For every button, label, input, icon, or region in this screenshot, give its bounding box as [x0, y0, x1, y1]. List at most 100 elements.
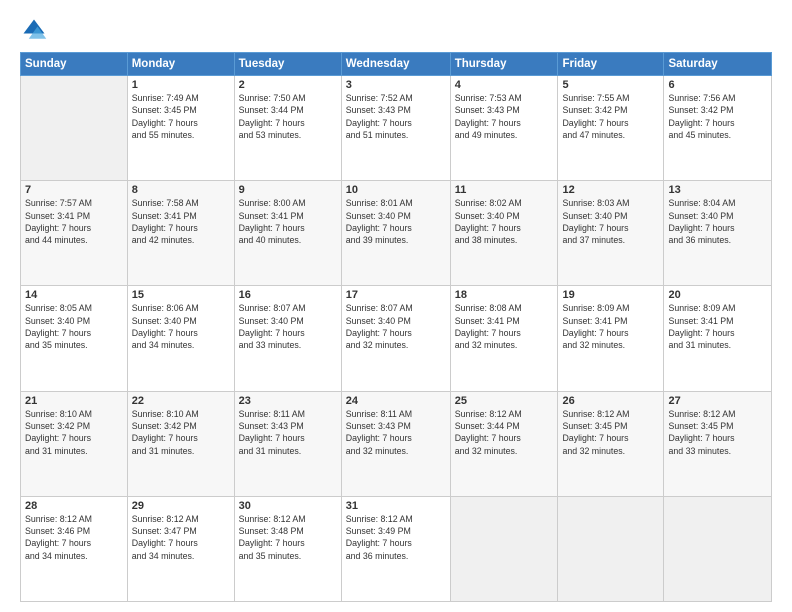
day-number: 19 — [562, 289, 659, 301]
day-info: Sunrise: 8:07 AM Sunset: 3:40 PM Dayligh… — [239, 302, 337, 351]
calendar-cell: 6Sunrise: 7:56 AM Sunset: 3:42 PM Daylig… — [664, 76, 772, 181]
calendar-cell — [450, 496, 558, 601]
day-number: 11 — [455, 184, 554, 196]
calendar-cell: 27Sunrise: 8:12 AM Sunset: 3:45 PM Dayli… — [664, 391, 772, 496]
day-info: Sunrise: 8:08 AM Sunset: 3:41 PM Dayligh… — [455, 302, 554, 351]
calendar-cell: 11Sunrise: 8:02 AM Sunset: 3:40 PM Dayli… — [450, 181, 558, 286]
day-number: 23 — [239, 395, 337, 407]
day-number: 30 — [239, 500, 337, 512]
week-row-4: 21Sunrise: 8:10 AM Sunset: 3:42 PM Dayli… — [21, 391, 772, 496]
day-info: Sunrise: 7:55 AM Sunset: 3:42 PM Dayligh… — [562, 92, 659, 141]
calendar-cell: 4Sunrise: 7:53 AM Sunset: 3:43 PM Daylig… — [450, 76, 558, 181]
day-number: 16 — [239, 289, 337, 301]
day-info: Sunrise: 7:56 AM Sunset: 3:42 PM Dayligh… — [668, 92, 767, 141]
day-info: Sunrise: 7:52 AM Sunset: 3:43 PM Dayligh… — [346, 92, 446, 141]
calendar-cell: 15Sunrise: 8:06 AM Sunset: 3:40 PM Dayli… — [127, 286, 234, 391]
day-header-friday: Friday — [558, 53, 664, 76]
logo-icon — [20, 16, 48, 44]
day-number: 12 — [562, 184, 659, 196]
week-row-1: 1Sunrise: 7:49 AM Sunset: 3:45 PM Daylig… — [21, 76, 772, 181]
calendar-cell: 12Sunrise: 8:03 AM Sunset: 3:40 PM Dayli… — [558, 181, 664, 286]
calendar-cell: 18Sunrise: 8:08 AM Sunset: 3:41 PM Dayli… — [450, 286, 558, 391]
day-info: Sunrise: 8:12 AM Sunset: 3:45 PM Dayligh… — [668, 408, 767, 457]
calendar-cell: 3Sunrise: 7:52 AM Sunset: 3:43 PM Daylig… — [341, 76, 450, 181]
calendar-cell: 30Sunrise: 8:12 AM Sunset: 3:48 PM Dayli… — [234, 496, 341, 601]
day-number: 28 — [25, 500, 123, 512]
day-number: 2 — [239, 79, 337, 91]
day-info: Sunrise: 8:12 AM Sunset: 3:49 PM Dayligh… — [346, 513, 446, 562]
day-info: Sunrise: 7:58 AM Sunset: 3:41 PM Dayligh… — [132, 197, 230, 246]
calendar-cell: 24Sunrise: 8:11 AM Sunset: 3:43 PM Dayli… — [341, 391, 450, 496]
day-info: Sunrise: 8:00 AM Sunset: 3:41 PM Dayligh… — [239, 197, 337, 246]
day-info: Sunrise: 8:02 AM Sunset: 3:40 PM Dayligh… — [455, 197, 554, 246]
day-header-saturday: Saturday — [664, 53, 772, 76]
day-info: Sunrise: 7:50 AM Sunset: 3:44 PM Dayligh… — [239, 92, 337, 141]
calendar-cell: 14Sunrise: 8:05 AM Sunset: 3:40 PM Dayli… — [21, 286, 128, 391]
day-info: Sunrise: 8:06 AM Sunset: 3:40 PM Dayligh… — [132, 302, 230, 351]
day-info: Sunrise: 8:12 AM Sunset: 3:44 PM Dayligh… — [455, 408, 554, 457]
day-number: 6 — [668, 79, 767, 91]
day-info: Sunrise: 7:53 AM Sunset: 3:43 PM Dayligh… — [455, 92, 554, 141]
day-number: 1 — [132, 79, 230, 91]
day-info: Sunrise: 8:12 AM Sunset: 3:45 PM Dayligh… — [562, 408, 659, 457]
calendar-cell: 28Sunrise: 8:12 AM Sunset: 3:46 PM Dayli… — [21, 496, 128, 601]
day-number: 20 — [668, 289, 767, 301]
day-number: 10 — [346, 184, 446, 196]
day-number: 9 — [239, 184, 337, 196]
day-info: Sunrise: 7:57 AM Sunset: 3:41 PM Dayligh… — [25, 197, 123, 246]
calendar-cell: 2Sunrise: 7:50 AM Sunset: 3:44 PM Daylig… — [234, 76, 341, 181]
day-number: 14 — [25, 289, 123, 301]
calendar-cell: 8Sunrise: 7:58 AM Sunset: 3:41 PM Daylig… — [127, 181, 234, 286]
day-number: 18 — [455, 289, 554, 301]
calendar: SundayMondayTuesdayWednesdayThursdayFrid… — [20, 52, 772, 602]
day-info: Sunrise: 8:01 AM Sunset: 3:40 PM Dayligh… — [346, 197, 446, 246]
calendar-cell: 20Sunrise: 8:09 AM Sunset: 3:41 PM Dayli… — [664, 286, 772, 391]
day-info: Sunrise: 8:07 AM Sunset: 3:40 PM Dayligh… — [346, 302, 446, 351]
day-number: 31 — [346, 500, 446, 512]
day-info: Sunrise: 8:11 AM Sunset: 3:43 PM Dayligh… — [239, 408, 337, 457]
week-row-5: 28Sunrise: 8:12 AM Sunset: 3:46 PM Dayli… — [21, 496, 772, 601]
calendar-cell: 9Sunrise: 8:00 AM Sunset: 3:41 PM Daylig… — [234, 181, 341, 286]
day-info: Sunrise: 8:12 AM Sunset: 3:48 PM Dayligh… — [239, 513, 337, 562]
day-number: 29 — [132, 500, 230, 512]
day-info: Sunrise: 8:04 AM Sunset: 3:40 PM Dayligh… — [668, 197, 767, 246]
day-number: 7 — [25, 184, 123, 196]
day-info: Sunrise: 8:10 AM Sunset: 3:42 PM Dayligh… — [25, 408, 123, 457]
day-header-tuesday: Tuesday — [234, 53, 341, 76]
week-row-2: 7Sunrise: 7:57 AM Sunset: 3:41 PM Daylig… — [21, 181, 772, 286]
day-number: 25 — [455, 395, 554, 407]
day-info: Sunrise: 8:09 AM Sunset: 3:41 PM Dayligh… — [668, 302, 767, 351]
header-row: SundayMondayTuesdayWednesdayThursdayFrid… — [21, 53, 772, 76]
day-number: 3 — [346, 79, 446, 91]
day-header-wednesday: Wednesday — [341, 53, 450, 76]
day-number: 8 — [132, 184, 230, 196]
calendar-cell — [664, 496, 772, 601]
day-number: 21 — [25, 395, 123, 407]
day-header-thursday: Thursday — [450, 53, 558, 76]
calendar-table: SundayMondayTuesdayWednesdayThursdayFrid… — [20, 52, 772, 602]
calendar-cell: 31Sunrise: 8:12 AM Sunset: 3:49 PM Dayli… — [341, 496, 450, 601]
day-number: 5 — [562, 79, 659, 91]
day-header-monday: Monday — [127, 53, 234, 76]
day-info: Sunrise: 8:05 AM Sunset: 3:40 PM Dayligh… — [25, 302, 123, 351]
day-info: Sunrise: 8:03 AM Sunset: 3:40 PM Dayligh… — [562, 197, 659, 246]
calendar-cell: 1Sunrise: 7:49 AM Sunset: 3:45 PM Daylig… — [127, 76, 234, 181]
calendar-cell: 22Sunrise: 8:10 AM Sunset: 3:42 PM Dayli… — [127, 391, 234, 496]
day-header-sunday: Sunday — [21, 53, 128, 76]
day-number: 4 — [455, 79, 554, 91]
calendar-cell: 21Sunrise: 8:10 AM Sunset: 3:42 PM Dayli… — [21, 391, 128, 496]
day-number: 22 — [132, 395, 230, 407]
calendar-cell: 29Sunrise: 8:12 AM Sunset: 3:47 PM Dayli… — [127, 496, 234, 601]
day-number: 17 — [346, 289, 446, 301]
logo — [20, 16, 52, 44]
calendar-cell: 7Sunrise: 7:57 AM Sunset: 3:41 PM Daylig… — [21, 181, 128, 286]
calendar-cell: 10Sunrise: 8:01 AM Sunset: 3:40 PM Dayli… — [341, 181, 450, 286]
day-info: Sunrise: 8:11 AM Sunset: 3:43 PM Dayligh… — [346, 408, 446, 457]
day-info: Sunrise: 8:12 AM Sunset: 3:46 PM Dayligh… — [25, 513, 123, 562]
calendar-cell: 17Sunrise: 8:07 AM Sunset: 3:40 PM Dayli… — [341, 286, 450, 391]
calendar-cell: 25Sunrise: 8:12 AM Sunset: 3:44 PM Dayli… — [450, 391, 558, 496]
calendar-cell: 26Sunrise: 8:12 AM Sunset: 3:45 PM Dayli… — [558, 391, 664, 496]
day-info: Sunrise: 8:09 AM Sunset: 3:41 PM Dayligh… — [562, 302, 659, 351]
day-number: 26 — [562, 395, 659, 407]
page: SundayMondayTuesdayWednesdayThursdayFrid… — [0, 0, 792, 612]
